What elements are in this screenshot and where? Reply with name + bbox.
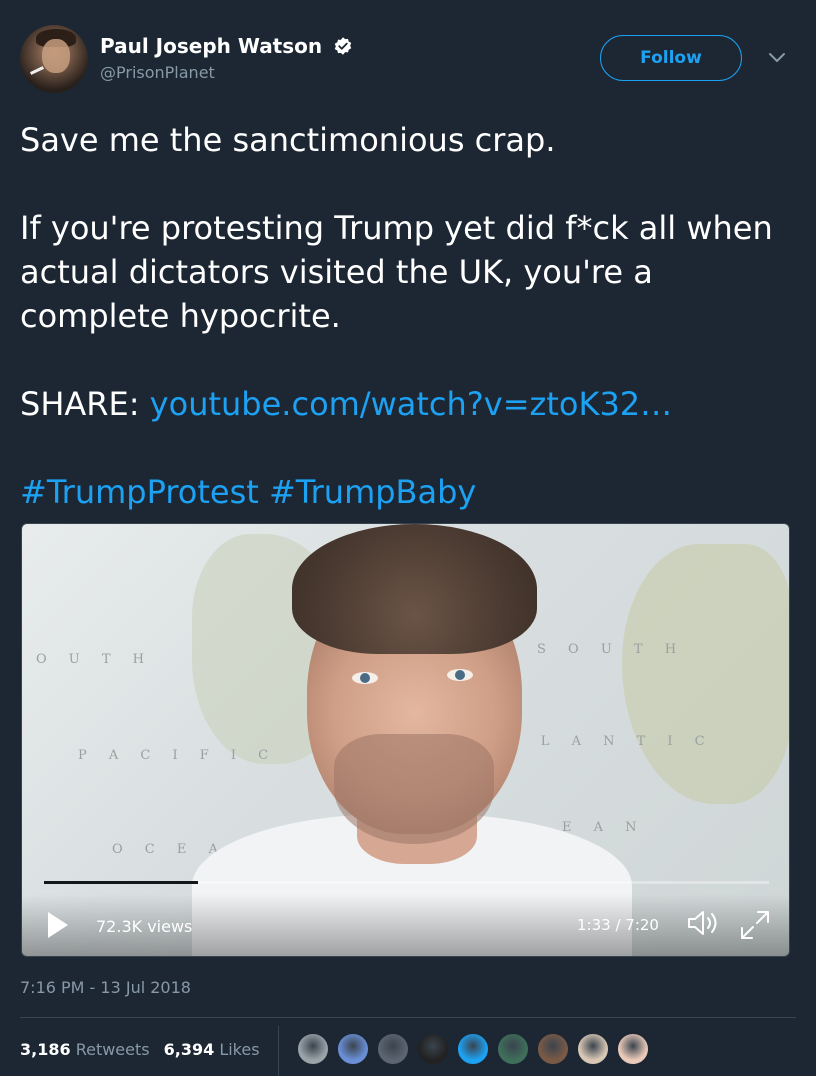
author-name-block[interactable]: Paul Joseph Watson @PrisonPlanet — [100, 33, 353, 85]
avatar-face — [42, 39, 70, 73]
video-person-beard — [334, 734, 494, 844]
map-label: T L A N T I C — [510, 734, 714, 749]
liker-avatar[interactable] — [576, 1032, 610, 1066]
avatar-cigarette — [30, 66, 44, 75]
liker-avatar[interactable] — [456, 1032, 490, 1066]
liker-avatar[interactable] — [536, 1032, 570, 1066]
tweet-header: Paul Joseph Watson @PrisonPlanet Follow — [20, 25, 796, 100]
likes-stat[interactable]: 6,394 Likes — [164, 1040, 260, 1059]
volume-icon[interactable] — [686, 908, 720, 938]
video-progress-fill — [44, 881, 198, 884]
chevron-down-icon[interactable] — [766, 49, 788, 67]
retweets-count: 3,186 — [20, 1040, 71, 1059]
map-landmass-right — [622, 544, 789, 804]
video-person-hair — [292, 524, 537, 654]
tweet-paragraph-2: If you're protesting Trump yet did f*ck … — [20, 209, 773, 335]
author-display-name[interactable]: Paul Joseph Watson — [100, 33, 322, 59]
likes-count: 6,394 — [163, 1040, 215, 1059]
share-prefix: SHARE: — [20, 385, 150, 423]
tweet-share-line: SHARE: youtube.com/watch?v=ztoK32… — [20, 382, 796, 426]
liker-avatar[interactable] — [496, 1032, 530, 1066]
stats-divider — [278, 1026, 279, 1076]
verified-badge-icon — [334, 37, 352, 55]
author-avatar[interactable] — [20, 25, 88, 93]
video-player[interactable]: O U T H S O U T H P A C I F I C T L A N … — [21, 523, 790, 957]
tweet-timestamp[interactable]: 7:16 PM - 13 Jul 2018 — [20, 978, 191, 997]
fullscreen-icon[interactable] — [738, 908, 772, 942]
view-count: 72.3K views — [96, 917, 193, 936]
retweets-stat[interactable]: 3,186 Retweets — [20, 1040, 150, 1059]
tweet-line-1: Save me the sanctimonious crap. — [20, 121, 556, 159]
liker-avatar[interactable] — [376, 1032, 410, 1066]
tweet-text: Save me the sanctimonious crap. If you'r… — [20, 118, 796, 514]
likes-label: Likes — [219, 1040, 260, 1059]
divider — [20, 1017, 796, 1018]
liker-avatar[interactable] — [616, 1032, 650, 1066]
liker-avatar[interactable] — [296, 1032, 330, 1066]
share-link[interactable]: youtube.com/watch?v=ztoK32… — [150, 385, 672, 423]
liker-avatar[interactable] — [336, 1032, 370, 1066]
follow-button[interactable]: Follow — [600, 35, 742, 81]
video-progress-bar[interactable] — [44, 881, 769, 884]
video-person-eye — [352, 672, 378, 684]
video-person-eye — [447, 669, 473, 681]
video-time: 1:33 / 7:20 — [577, 916, 659, 934]
retweets-label: Retweets — [75, 1040, 150, 1059]
map-label: P A C I F I C — [78, 748, 278, 763]
map-label: E A N — [562, 820, 646, 835]
map-label: S O U T H — [537, 642, 686, 657]
tweet-stats: 3,186 Retweets 6,394 Likes — [20, 1040, 260, 1059]
hashtags[interactable]: #TrumpProtest #TrumpBaby — [20, 470, 796, 514]
author-handle[interactable]: @PrisonPlanet — [100, 61, 353, 85]
map-label: O U T H — [36, 652, 154, 667]
liker-avatar[interactable] — [416, 1032, 450, 1066]
video-controls: 72.3K views 1:33 / 7:20 — [22, 894, 789, 956]
play-icon[interactable] — [46, 910, 70, 940]
